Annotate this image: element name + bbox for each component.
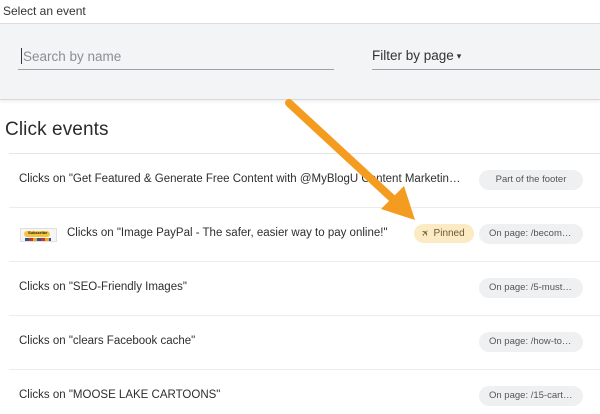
event-title: Clicks on "MOOSE LAKE CARTOONS" (19, 389, 221, 401)
section-title: Click events (5, 119, 109, 140)
thumbnail-text: Subscribe (28, 230, 48, 235)
event-location-tag: Part of the footer (479, 170, 583, 190)
pinned-badge: ✈ Pinned (414, 224, 474, 243)
event-thumbnail: Subscribe (20, 228, 57, 242)
event-row[interactable]: Clicks on "MOOSE LAKE CARTOONS" On page:… (9, 370, 600, 414)
event-picker: Select an event Filter by page▾ Click ev… (0, 0, 600, 414)
event-row[interactable]: Clicks on "Get Featured & Generate Free … (9, 154, 600, 208)
event-row[interactable]: Subscribe Clicks on "Image PayPal - The … (9, 208, 600, 262)
event-location-tag: On page: /how-to-for... (479, 332, 583, 352)
chevron-down-icon: ▾ (456, 51, 462, 61)
header: Select an event (0, 0, 600, 24)
header-title: Select an event (3, 4, 86, 18)
text-cursor (21, 48, 22, 64)
event-location-tag: On page: /15-cartoo... (479, 386, 583, 406)
event-list: Clicks on "Get Featured & Generate Free … (9, 153, 600, 414)
filter-by-page-label: Filter by page (372, 48, 454, 63)
event-title: Clicks on "clears Facebook cache" (19, 335, 196, 347)
payment-cards-image (25, 238, 51, 241)
filter-by-page-dropdown[interactable]: Filter by page ▾ (372, 44, 600, 70)
event-title: Clicks on "SEO-Friendly Images" (19, 281, 187, 293)
pinned-label: Pinned (433, 228, 465, 239)
pin-icon: ✈ (419, 226, 432, 240)
event-location-tag: On page: /become-a... (479, 224, 583, 244)
event-row[interactable]: Clicks on "clears Facebook cache" On pag… (9, 316, 600, 370)
search-input[interactable] (18, 44, 334, 70)
event-row[interactable]: Clicks on "SEO-Friendly Images" On page:… (9, 262, 600, 316)
filter-bar: Filter by page▾ (0, 24, 600, 100)
event-title: Clicks on "Image PayPal - The safer, eas… (67, 227, 388, 239)
event-title: Clicks on "Get Featured & Generate Free … (19, 173, 465, 185)
event-location-tag: On page: /5-must-ha... (479, 278, 583, 298)
